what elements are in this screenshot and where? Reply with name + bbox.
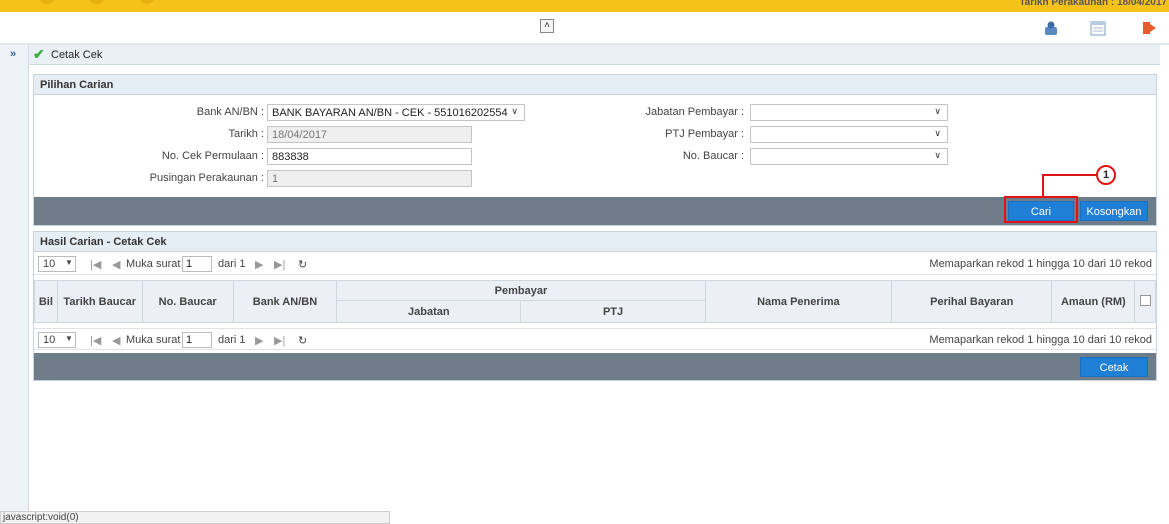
pager-top: 10 ▼ |◀ ◀ Muka surat 1 dari 1 ▶ ▶| ↻ Mema… [34,253,1156,275]
col-tarikh-baucar: Tarikh Baucar [56,280,143,323]
next-page-icon[interactable]: ▶ [255,258,263,271]
page-title-bar: ✔ Cetak Cek [29,45,1160,65]
record-range-text: Memaparkan rekod 1 hingga 10 dari 10 rek… [929,334,1152,346]
page-size-select[interactable]: 10 ▼ [38,332,76,348]
jabatan-select[interactable]: ∨ [750,104,948,121]
tarikh-field: 18/04/2017 [267,126,472,143]
chevron-down-icon: ∨ [934,128,941,138]
search-panel-heading: Pilihan Carian [34,75,1156,95]
col-perihal-bayaran: Perihal Bayaran [890,280,1053,323]
col-nama-penerima: Nama Penerima [704,280,893,323]
checkmark-icon: ✔ [33,46,45,62]
bank-select-value: BANK BAYARAN AN/BN - CEK - 551016202554 [272,107,508,119]
cek-input[interactable]: 883838 [267,148,472,165]
dari-label: dari 1 [218,258,246,270]
triangle-down-icon: ▼ [65,334,73,343]
search-panel: Pilihan Carian Bank AN/BN : BANK BAYARAN… [33,74,1157,226]
first-page-icon[interactable]: |◀ [90,334,101,347]
refresh-icon[interactable]: ↻ [298,334,307,347]
pusingan-label: Pusingan Perakaunan : [149,172,264,184]
page-size-value: 10 [43,334,56,346]
cetak-button[interactable]: Cetak [1080,357,1148,377]
col-no-baucar: No. Baucar [141,280,234,323]
baucar-select[interactable]: ∨ [750,148,948,165]
ptj-select[interactable]: ∨ [750,126,948,143]
annotation-marker: 1 [1096,165,1116,185]
chevron-down-icon: ∨ [934,106,941,116]
tarikh-label: Tarikh : [228,128,264,140]
col-jabatan: Jabatan [336,300,522,323]
record-range-text: Memaparkan rekod 1 hingga 10 dari 10 rek… [929,258,1152,270]
col-amaun: Amaun (RM) [1051,280,1136,323]
col-select-all [1134,280,1156,323]
prev-page-icon[interactable]: ◀ [112,258,120,271]
top-banner: Tarikh Perakaunan : 18/04/2017 [0,0,1169,12]
muka-surat-label: Muka surat [126,334,181,346]
pager-bottom: 10 ▼ |◀ ◀ Muka surat 1 dari 1 ▶ ▶| ↻ Mema… [34,328,1156,350]
toolbar: ˄ [0,12,1169,45]
cek-label: No. Cek Permulaan : [161,150,264,162]
first-page-icon[interactable]: |◀ [90,258,101,271]
double-chevron-right-icon[interactable]: » [10,48,16,60]
user-icon[interactable] [1043,20,1059,36]
search-action-bar: Cari Kosongkan [34,197,1156,225]
bank-label: Bank AN/BN : [196,106,264,118]
chevron-down-icon: ∨ [511,106,518,116]
next-page-icon[interactable]: ▶ [255,334,263,347]
page-size-value: 10 [43,258,56,270]
results-panel-heading: Hasil Carian - Cetak Cek [34,232,1156,252]
left-sidebar-strip: » [0,45,29,524]
page-number-input[interactable]: 1 [182,332,212,348]
pusingan-field: 1 [267,170,472,187]
col-bank: Bank AN/BN [232,280,338,323]
select-all-checkbox[interactable] [1139,294,1151,306]
last-page-icon[interactable]: ▶| [274,334,285,347]
annotation-connector [1042,174,1098,198]
exit-icon[interactable] [1141,20,1157,36]
page-size-select[interactable]: 10 ▼ [38,256,76,272]
dari-label: dari 1 [218,334,246,346]
results-table: Bil Tarikh Baucar No. Baucar Bank AN/BN … [34,280,1156,323]
calendar-icon[interactable] [1090,20,1106,36]
last-page-icon[interactable]: ▶| [274,258,285,271]
annotation-highlight-box [1004,196,1078,223]
results-action-bar: Cetak [34,353,1156,380]
kosongkan-button[interactable]: Kosongkan [1080,201,1148,221]
double-chevron-up-icon[interactable]: ˄ [540,19,554,33]
chevron-down-icon: ∨ [934,150,941,160]
ptj-label: PTJ Pembayar : [665,128,744,140]
bank-select[interactable]: BANK BAYARAN AN/BN - CEK - 551016202554 … [267,104,525,121]
muka-surat-label: Muka surat [126,258,181,270]
baucar-label: No. Baucar : [682,150,744,162]
page-number-input[interactable]: 1 [182,256,212,272]
status-bar: javascript:void(0) [0,511,390,524]
prev-page-icon[interactable]: ◀ [112,334,120,347]
col-bil: Bil [34,280,58,323]
refresh-icon[interactable]: ↻ [298,258,307,271]
triangle-down-icon: ▼ [65,258,73,267]
col-pembayar: Pembayar [336,280,706,301]
accounting-date: Tarikh Perakaunan : 18/04/2017 [1019,0,1167,8]
jabatan-label: Jabatan Pembayar : [645,106,744,118]
col-ptj: PTJ [520,300,706,323]
page-title: Cetak Cek [51,49,103,61]
results-panel: Hasil Carian - Cetak Cek 10 ▼ |◀ ◀ Muka s… [33,231,1157,381]
